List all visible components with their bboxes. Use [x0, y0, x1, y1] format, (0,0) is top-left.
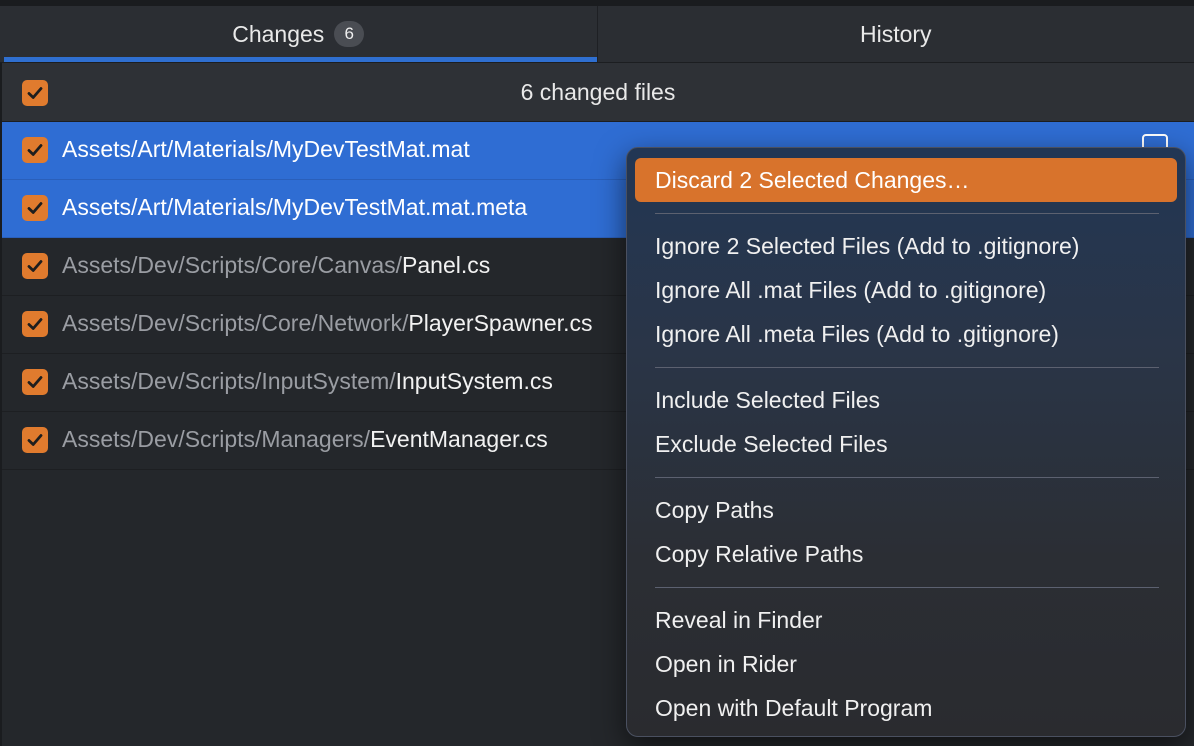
checkmark-icon: [27, 260, 43, 272]
file-name: Panel.cs: [402, 252, 491, 278]
file-directory: Assets/Dev/Scripts/Core/Network/: [62, 310, 409, 336]
checkmark-icon: [27, 376, 43, 388]
file-path: Assets/Dev/Scripts/Core/Network/PlayerSp…: [62, 310, 592, 337]
tab-changes[interactable]: Changes 6: [0, 6, 598, 62]
file-checkbox[interactable]: [22, 427, 48, 453]
menu-separator: [655, 587, 1159, 588]
file-name: MyDevTestMat.mat: [272, 136, 470, 162]
file-path: Assets/Art/Materials/MyDevTestMat.mat.me…: [62, 194, 527, 221]
checkmark-icon: [27, 87, 43, 99]
file-checkbox[interactable]: [22, 369, 48, 395]
file-path: Assets/Dev/Scripts/Managers/EventManager…: [62, 426, 548, 453]
menu-item[interactable]: Open with Default Program: [655, 686, 932, 730]
file-directory: Assets/Dev/Scripts/Core/Canvas/: [62, 252, 403, 278]
file-name: EventManager.cs: [370, 426, 548, 452]
changed-files-header: 6 changed files: [2, 63, 1194, 122]
menu-separator: [655, 213, 1159, 214]
file-checkbox[interactable]: [22, 253, 48, 279]
menu-item[interactable]: Ignore All .mat Files (Add to .gitignore…: [655, 268, 1046, 312]
file-checkbox[interactable]: [22, 195, 48, 221]
checkmark-icon: [27, 144, 43, 156]
menu-item[interactable]: Exclude Selected Files: [655, 422, 888, 466]
file-path: Assets/Dev/Scripts/Core/Canvas/Panel.cs: [62, 252, 490, 279]
file-checkbox[interactable]: [22, 311, 48, 337]
menu-item[interactable]: Reveal in Finder: [655, 598, 822, 642]
file-name: PlayerSpawner.cs: [408, 310, 593, 336]
menu-item[interactable]: Open in Rider: [655, 642, 797, 686]
checkmark-icon: [27, 202, 43, 214]
menu-item[interactable]: Include Selected Files: [655, 378, 880, 422]
file-path: Assets/Dev/Scripts/InputSystem/InputSyst…: [62, 368, 553, 395]
git-changes-panel: Changes 6 History 6 changed files Assets…: [0, 0, 1194, 746]
menu-item[interactable]: Ignore 2 Selected Files (Add to .gitigno…: [655, 224, 1079, 268]
tab-changes-label: Changes: [232, 20, 325, 47]
menu-separator: [655, 367, 1159, 368]
file-directory: Assets/Art/Materials/: [62, 136, 273, 162]
changed-files-count: 6 changed files: [520, 78, 676, 105]
menu-item[interactable]: Copy Paths: [655, 488, 774, 532]
file-directory: Assets/Dev/Scripts/Managers/: [62, 426, 371, 452]
tab-history[interactable]: History: [598, 6, 1194, 62]
menu-item[interactable]: Discard 2 Selected Changes…: [635, 158, 1177, 202]
tab-bar: Changes 6 History: [0, 6, 1194, 63]
menu-item[interactable]: Ignore All .meta Files (Add to .gitignor…: [655, 312, 1059, 356]
menu-separator: [655, 477, 1159, 478]
file-path: Assets/Art/Materials/MyDevTestMat.mat: [62, 136, 470, 163]
file-directory: Assets/Dev/Scripts/InputSystem/: [62, 368, 396, 394]
menu-item[interactable]: Copy Relative Paths: [655, 532, 863, 576]
select-all-checkbox[interactable]: [22, 80, 48, 106]
tab-history-label: History: [859, 20, 932, 47]
file-name: InputSystem.cs: [395, 368, 553, 394]
file-name: MyDevTestMat.mat.meta: [272, 194, 528, 220]
checkmark-icon: [27, 434, 43, 446]
changes-count-badge: 6: [334, 21, 365, 47]
file-checkbox[interactable]: [22, 137, 48, 163]
file-directory: Assets/Art/Materials/: [62, 194, 273, 220]
context-menu: Discard 2 Selected Changes… Ignore 2 Sele…: [626, 147, 1186, 737]
checkmark-icon: [27, 318, 43, 330]
